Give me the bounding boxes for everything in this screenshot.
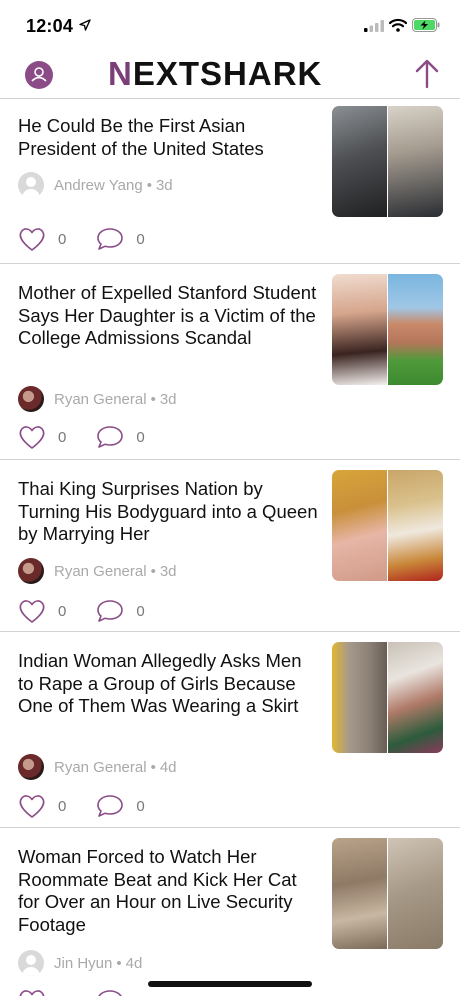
author-avatar: [18, 950, 44, 976]
article-meta: Ryan General • 3d: [18, 386, 177, 412]
profile-button[interactable]: [25, 61, 53, 89]
nextshark-logo: NEXTSHARK: [108, 55, 323, 92]
comment-icon[interactable]: [96, 988, 124, 996]
article-thumbnail[interactable]: [332, 274, 443, 385]
comment-count: 0: [136, 428, 145, 446]
article-meta: Ryan General • 4d: [18, 754, 177, 780]
heart-icon[interactable]: [18, 424, 46, 450]
author-name[interactable]: Andrew Yang: [54, 177, 143, 194]
time-ago: 4d: [159, 758, 177, 776]
like-count: 0: [58, 993, 66, 996]
author-name[interactable]: Ryan General: [54, 563, 147, 580]
article-thumbnail[interactable]: [332, 642, 443, 753]
like-count: 0: [58, 230, 67, 248]
heart-icon[interactable]: [18, 793, 46, 819]
comment-icon[interactable]: [96, 424, 124, 450]
article-actions: 0 0: [18, 424, 175, 450]
time-ago: 3d: [155, 176, 173, 194]
thumbnail-right-image: [388, 106, 443, 217]
article-item[interactable]: Indian Woman Allegedly Asks Men to Rape …: [0, 632, 460, 827]
thumbnail-left-image: [332, 470, 387, 581]
logo-n: N: [108, 55, 133, 92]
comment-icon[interactable]: [96, 226, 124, 252]
app-header: NEXTSHARK: [0, 50, 460, 98]
home-indicator[interactable]: [148, 981, 312, 987]
thumbnail-right-image: [388, 274, 443, 385]
like-count: 0: [58, 602, 67, 620]
thumbnail-right-image: [388, 470, 443, 581]
battery-charging-icon: [412, 18, 440, 32]
heart-icon[interactable]: [18, 598, 46, 624]
comment-icon[interactable]: [96, 598, 124, 624]
thumbnail-left-image: [332, 838, 387, 949]
article-thumbnail[interactable]: [332, 470, 443, 581]
logo-rest: EXTSHARK: [132, 55, 323, 92]
article-item[interactable]: Woman Forced to Watch Her Roommate Beat …: [0, 828, 460, 996]
status-bar: 12:04: [0, 0, 460, 50]
time-ago: 3d: [159, 562, 177, 580]
author-avatar: [18, 172, 44, 198]
thumbnail-left-image: [332, 106, 387, 217]
article-item[interactable]: He Could Be the First Asian President of…: [0, 99, 460, 263]
time-ago: 4d: [125, 954, 143, 972]
comment-icon[interactable]: [96, 793, 124, 819]
comment-count: 0: [136, 993, 144, 996]
author-name[interactable]: Ryan General: [54, 759, 147, 776]
article-actions: 0 0: [18, 226, 175, 252]
article-actions: 0 0: [18, 598, 175, 624]
status-time: 12:04: [26, 16, 74, 36]
comment-count: 0: [136, 797, 145, 815]
article-title[interactable]: Indian Woman Allegedly Asks Men to Rape …: [18, 650, 318, 718]
cellular-signal-icon: [364, 20, 384, 32]
article-item[interactable]: Thai King Surprises Nation by Turning Hi…: [0, 460, 460, 631]
comment-count: 0: [136, 230, 145, 248]
article-meta: Ryan General • 3d: [18, 558, 177, 584]
article-title[interactable]: Thai King Surprises Nation by Turning Hi…: [18, 478, 318, 546]
arrow-up-icon[interactable]: [414, 59, 440, 89]
author-avatar: [18, 754, 44, 780]
like-count: 0: [58, 428, 67, 446]
thumbnail-left-image: [332, 642, 387, 753]
user-icon: [31, 67, 47, 82]
comment-count: 0: [136, 602, 145, 620]
time-ago: 3d: [159, 390, 177, 408]
article-meta: Andrew Yang • 3d: [18, 172, 173, 198]
heart-icon[interactable]: [18, 988, 46, 996]
thumbnail-right-image: [388, 642, 443, 753]
article-actions: 0 0: [18, 793, 175, 819]
author-name[interactable]: Jin Hyun: [54, 955, 112, 972]
location-arrow-icon: [79, 19, 91, 31]
wifi-icon: [389, 18, 407, 32]
article-title[interactable]: Woman Forced to Watch Her Roommate Beat …: [18, 846, 318, 936]
author-name[interactable]: Ryan General: [54, 391, 147, 408]
article-actions: 0 0: [18, 988, 175, 996]
article-meta: Jin Hyun • 4d: [18, 950, 142, 976]
article-title[interactable]: Mother of Expelled Stanford Student Says…: [18, 282, 318, 350]
author-avatar: [18, 386, 44, 412]
thumbnail-right-image: [388, 838, 443, 949]
article-title[interactable]: He Could Be the First Asian President of…: [18, 115, 318, 160]
article-thumbnail[interactable]: [332, 106, 443, 217]
heart-icon[interactable]: [18, 226, 46, 252]
thumbnail-left-image: [332, 274, 387, 385]
author-avatar: [18, 558, 44, 584]
article-thumbnail[interactable]: [332, 838, 443, 949]
article-item[interactable]: Mother of Expelled Stanford Student Says…: [0, 264, 460, 459]
like-count: 0: [58, 797, 67, 815]
